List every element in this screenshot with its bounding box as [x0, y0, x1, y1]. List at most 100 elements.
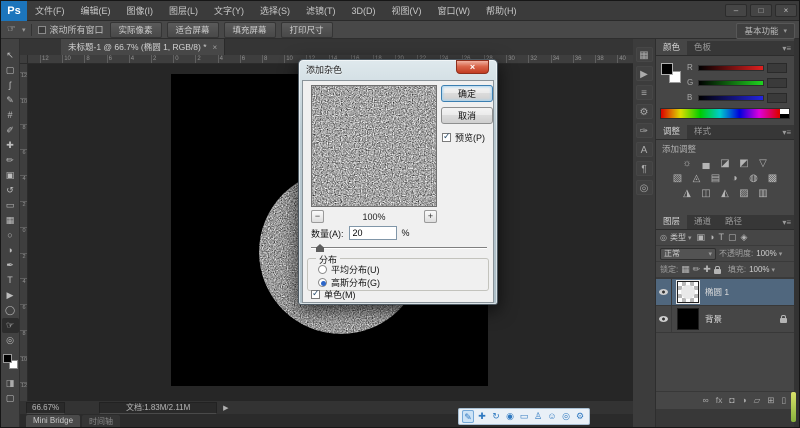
properties-panel-icon[interactable]: ⚙ — [636, 104, 653, 119]
ok-button[interactable]: 确定 — [441, 85, 493, 102]
zoom-level-field[interactable]: 66.67% — [26, 402, 65, 414]
menu-item-选择(S)[interactable]: 选择(S) — [252, 1, 298, 21]
radio-icon[interactable] — [318, 265, 327, 274]
history-panel-icon[interactable]: ▦ — [636, 47, 653, 62]
rotate-icon[interactable]: ↻ — [490, 410, 502, 423]
adjustment-icon[interactable]: ◍ — [746, 172, 761, 185]
menu-item-帮助(H)[interactable]: 帮助(H) — [478, 1, 525, 21]
layer-row[interactable]: 椭圆 1 — [656, 279, 794, 306]
panel-menu-icon[interactable]: ▾≡ — [782, 128, 791, 137]
pen-tool[interactable]: ✒ — [2, 258, 19, 273]
move-tool[interactable]: ↖ — [2, 48, 19, 63]
eraser-tool[interactable]: ▭ — [2, 198, 19, 213]
foreground-background-swatches[interactable] — [3, 354, 18, 369]
filter-search-icon[interactable]: ◎ — [660, 233, 667, 242]
new-layer-icon[interactable]: ⊞ — [767, 395, 774, 406]
slider-track[interactable] — [698, 80, 764, 86]
option-button-适合屏幕[interactable]: 适合屏幕 — [167, 22, 219, 38]
move-icon[interactable]: ✚ — [476, 410, 488, 423]
menu-item-窗口(W)[interactable]: 窗口(W) — [430, 1, 479, 21]
adjustment-icon[interactable]: ▥ — [756, 187, 771, 200]
option-button-打印尺寸[interactable]: 打印尺寸 — [281, 22, 333, 38]
slider-thumb[interactable] — [316, 244, 324, 252]
slider-value-box[interactable] — [767, 63, 787, 73]
tab-paths[interactable]: 路径 — [718, 213, 749, 229]
user-icon[interactable]: ☺ — [546, 410, 558, 423]
close-tab-icon[interactable]: × — [213, 43, 218, 52]
foreground-color-swatch[interactable] — [3, 354, 12, 363]
visibility-toggle[interactable] — [656, 306, 672, 332]
delete-layer-icon[interactable]: ▯ — [781, 395, 786, 406]
gradient-tool[interactable]: ▦ — [2, 213, 19, 228]
info-panel-icon[interactable]: ≡ — [636, 85, 653, 100]
preview-zoom-in-button[interactable]: + — [424, 210, 437, 223]
opacity-dropdown[interactable]: 100% ▾ — [756, 249, 782, 258]
panel-menu-icon[interactable]: ▾≡ — [782, 44, 791, 53]
workspace-switcher[interactable]: 基本功能 ▾ — [736, 23, 795, 39]
dialog-close-button[interactable]: × — [456, 60, 489, 74]
clone-stamp-tool[interactable]: ▣ — [2, 168, 19, 183]
character-panel-icon[interactable]: A — [636, 142, 653, 157]
menu-item-滤镜(T)[interactable]: 滤镜(T) — [298, 1, 344, 21]
settings-icon[interactable]: ⚙ — [574, 410, 586, 423]
tab-adjustments[interactable]: 调整 — [656, 123, 687, 139]
adjustment-icon[interactable]: ◫ — [699, 187, 714, 200]
adjustment-icon[interactable]: ◩ — [737, 157, 752, 170]
uniform-distribution-radio[interactable]: 平均分布(U) — [318, 263, 380, 276]
slider-track[interactable] — [311, 247, 487, 249]
scroll-all-windows-checkbox[interactable]: 滚动所有窗口 — [38, 23, 103, 36]
adjustment-icon[interactable]: ▽ — [756, 157, 771, 170]
panel-menu-icon[interactable]: ▾≡ — [782, 218, 791, 227]
tab-channels[interactable]: 通道 — [687, 213, 718, 229]
zoom-tool[interactable]: ◎ — [2, 333, 19, 348]
filter-icon[interactable]: ◈ — [740, 232, 747, 243]
adjustment-icon[interactable]: ▨ — [737, 187, 752, 200]
filter-icon[interactable]: T — [718, 232, 724, 243]
adjustment-icon[interactable]: ▧ — [670, 172, 685, 185]
eyedropper-tool[interactable]: ✐ — [2, 123, 19, 138]
dialog-titlebar[interactable]: 添加杂色 × — [302, 63, 494, 80]
close-button[interactable]: × — [775, 4, 797, 17]
tab-styles[interactable]: 样式 — [687, 123, 718, 139]
dodge-tool[interactable]: ◑ — [2, 243, 19, 258]
zoom-icon[interactable]: ◎ — [560, 410, 572, 423]
marquee-tool[interactable]: ▢ — [2, 63, 19, 78]
layer-mask-icon[interactable]: ◘ — [729, 395, 734, 406]
color-spectrum-ramp[interactable] — [660, 108, 790, 119]
lasso-tool[interactable]: ʃ — [2, 78, 19, 93]
paragraph-panel-icon[interactable]: ¶ — [636, 161, 653, 176]
slider-track[interactable] — [698, 95, 764, 101]
adjustment-icon[interactable]: ◭ — [718, 187, 733, 200]
minimize-button[interactable]: – — [725, 4, 747, 17]
eye-icon[interactable]: ◉ — [504, 410, 516, 423]
menu-item-编辑(E)[interactable]: 编辑(E) — [73, 1, 119, 21]
brush-panel-icon[interactable]: ✑ — [636, 123, 653, 138]
crop-tool[interactable]: # — [2, 108, 19, 123]
blend-mode-dropdown[interactable]: 正常 ▾ — [660, 248, 716, 260]
quick-mask-icon[interactable]: ◨ — [2, 376, 19, 391]
history-brush-tool[interactable]: ↺ — [2, 183, 19, 198]
bottom-tab-时间轴[interactable]: 时间轴 — [82, 415, 120, 428]
clone-source-panel-icon[interactable]: ◎ — [636, 180, 653, 195]
checkbox-box[interactable] — [38, 26, 46, 34]
tab-layers[interactable]: 图层 — [656, 213, 687, 229]
tool-preset-arrow-icon[interactable]: ▾ — [22, 26, 26, 34]
hand-tool[interactable]: ☞ — [2, 318, 19, 333]
layer-row[interactable]: 背景 — [656, 306, 794, 333]
status-menu-arrow-icon[interactable]: ▶ — [223, 404, 228, 412]
path-selection-tool[interactable]: ▶ — [2, 288, 19, 303]
tab-color[interactable]: 颜色 — [656, 39, 687, 55]
slider-value-box[interactable] — [767, 78, 787, 88]
noise-preview[interactable] — [311, 85, 437, 207]
tab-swatches[interactable]: 色板 — [687, 39, 718, 55]
preview-checkbox[interactable]: ✓ 预览(P) — [442, 131, 485, 144]
document-tab[interactable]: 未标题-1 @ 66.7% (椭圆 1, RGB/8) * × — [61, 39, 225, 55]
menu-item-3D(D)[interactable]: 3D(D) — [344, 1, 384, 21]
adjustment-icon[interactable]: ▩ — [765, 172, 780, 185]
filter-icon[interactable]: ▣ — [697, 232, 706, 243]
screen-mode-icon[interactable]: ▢ — [2, 391, 19, 406]
option-button-填充屏幕[interactable]: 填充屏幕 — [224, 22, 276, 38]
menu-item-图像(I)[interactable]: 图像(I) — [119, 1, 162, 21]
adjustment-icon[interactable]: ◬ — [689, 172, 704, 185]
adjustment-layer-icon[interactable]: ◑ — [742, 395, 747, 406]
